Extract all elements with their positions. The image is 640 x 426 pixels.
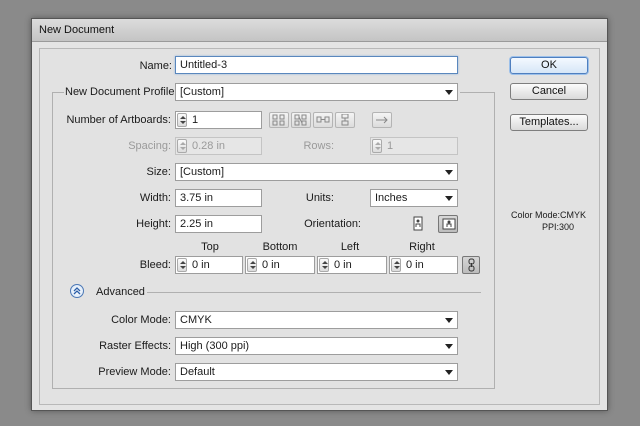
height-label: Height: — [136, 218, 171, 230]
raster-effects-select[interactable]: High (300 ppi) — [175, 337, 458, 355]
units-label: Units: — [305, 192, 334, 204]
collapse-advanced-button[interactable] — [70, 284, 84, 298]
bleed-right-value: 0 in — [406, 259, 424, 271]
chevron-down-icon — [445, 196, 453, 201]
cancel-button[interactable]: Cancel — [510, 83, 588, 100]
bleed-left-stepper[interactable]: 0 in — [317, 256, 387, 274]
landscape-icon — [442, 218, 456, 230]
bleed-right-header: Right — [409, 241, 435, 253]
advanced-separator — [147, 292, 481, 293]
rows-label: Rows: — [303, 140, 334, 152]
artboards-stepper[interactable]: 1 — [175, 111, 262, 129]
raster-effects-value: High (300 ppi) — [180, 340, 250, 352]
bleed-top-stepper[interactable]: 0 in — [175, 256, 243, 274]
landscape-button[interactable] — [438, 215, 458, 233]
bleed-bottom-stepper[interactable]: 0 in — [245, 256, 315, 274]
bleed-bottom-value: 0 in — [262, 259, 280, 271]
color-mode-label: Color Mode: — [111, 314, 171, 326]
spacing-value: 0.28 in — [192, 140, 226, 152]
name-input[interactable]: Untitled-3 — [175, 56, 458, 74]
layout-direction-button[interactable] — [372, 112, 392, 128]
stepper-arrows-icon[interactable] — [177, 113, 187, 127]
chevron-down-icon — [445, 90, 453, 95]
height-input[interactable]: 2.25 in — [175, 215, 262, 233]
stepper-arrows-icon[interactable] — [177, 258, 187, 272]
stepper-arrows-icon[interactable] — [391, 258, 401, 272]
collapse-advanced-icon — [73, 287, 81, 295]
rows-value: 1 — [387, 140, 394, 152]
preview-mode-select[interactable]: Default — [175, 363, 458, 381]
info-color-mode: Color Mode:CMYK — [510, 210, 586, 220]
size-label: Size: — [146, 166, 171, 178]
spacing-label: Spacing: — [128, 140, 171, 152]
chevron-down-icon — [445, 344, 453, 349]
artboards-label: Number of Artboards: — [66, 114, 171, 126]
arrange-by-row-button[interactable] — [313, 112, 333, 128]
ok-button[interactable]: OK — [510, 57, 588, 74]
chevron-down-icon — [445, 318, 453, 323]
bleed-top-value: 0 in — [192, 259, 210, 271]
templates-button[interactable]: Templates... — [510, 114, 588, 131]
artboards-value: 1 — [192, 114, 199, 126]
stepper-arrows-icon[interactable] — [319, 258, 329, 272]
raster-effects-label: Raster Effects: — [99, 340, 171, 352]
color-mode-value: CMYK — [180, 314, 212, 326]
spacing-stepper[interactable]: 0.28 in — [175, 137, 262, 155]
info-ppi: PPI:300 — [541, 222, 574, 232]
stepper-arrows-icon[interactable] — [372, 139, 382, 153]
profile-value: [Custom] — [180, 86, 225, 98]
grid-by-row-button[interactable] — [269, 112, 289, 128]
name-label: Name: — [139, 60, 172, 72]
chevron-down-icon — [445, 370, 453, 375]
bleed-left-value: 0 in — [334, 259, 352, 271]
arrange-by-column-button[interactable] — [335, 112, 355, 128]
units-select[interactable]: Inches — [370, 189, 458, 207]
arrange-by-row-icon — [316, 116, 330, 123]
bleed-label: Bleed: — [139, 259, 171, 271]
link-bleed-button[interactable] — [462, 256, 480, 274]
bleed-top-header: Top — [201, 241, 219, 253]
bleed-left-header: Left — [340, 241, 360, 253]
units-value: Inches — [375, 192, 408, 204]
chevron-down-icon — [445, 170, 453, 175]
preview-mode-value: Default — [180, 366, 215, 378]
arrange-by-column-icon — [341, 114, 349, 126]
portrait-button[interactable] — [409, 215, 427, 233]
profile-label: New Document Profile: — [65, 86, 178, 98]
grid-by-row-icon — [272, 114, 285, 126]
bleed-bottom-header: Bottom — [262, 241, 298, 253]
size-select[interactable]: [Custom] — [175, 163, 458, 181]
window-title: New Document — [39, 24, 115, 36]
size-value: [Custom] — [180, 166, 225, 178]
profile-select[interactable]: [Custom] — [175, 83, 458, 101]
orientation-label: Orientation: — [304, 218, 361, 230]
portrait-icon — [413, 216, 423, 231]
rows-stepper[interactable]: 1 — [370, 137, 458, 155]
grid-by-column-button[interactable] — [291, 112, 311, 128]
width-label: Width: — [139, 192, 171, 204]
new-document-dialog: New Document Name: Untitled-3 New Docume… — [31, 18, 608, 411]
preview-mode-label: Preview Mode: — [98, 366, 171, 378]
stepper-arrows-icon[interactable] — [177, 139, 187, 153]
bleed-right-stepper[interactable]: 0 in — [389, 256, 458, 274]
width-input[interactable]: 3.75 in — [175, 189, 262, 207]
layout-direction-arrow-icon — [376, 116, 388, 124]
color-mode-select[interactable]: CMYK — [175, 311, 458, 329]
grid-by-column-icon — [294, 114, 307, 126]
stepper-arrows-icon[interactable] — [247, 258, 257, 272]
title-bar[interactable]: New Document — [32, 19, 607, 42]
link-bleed-icon — [468, 258, 475, 272]
